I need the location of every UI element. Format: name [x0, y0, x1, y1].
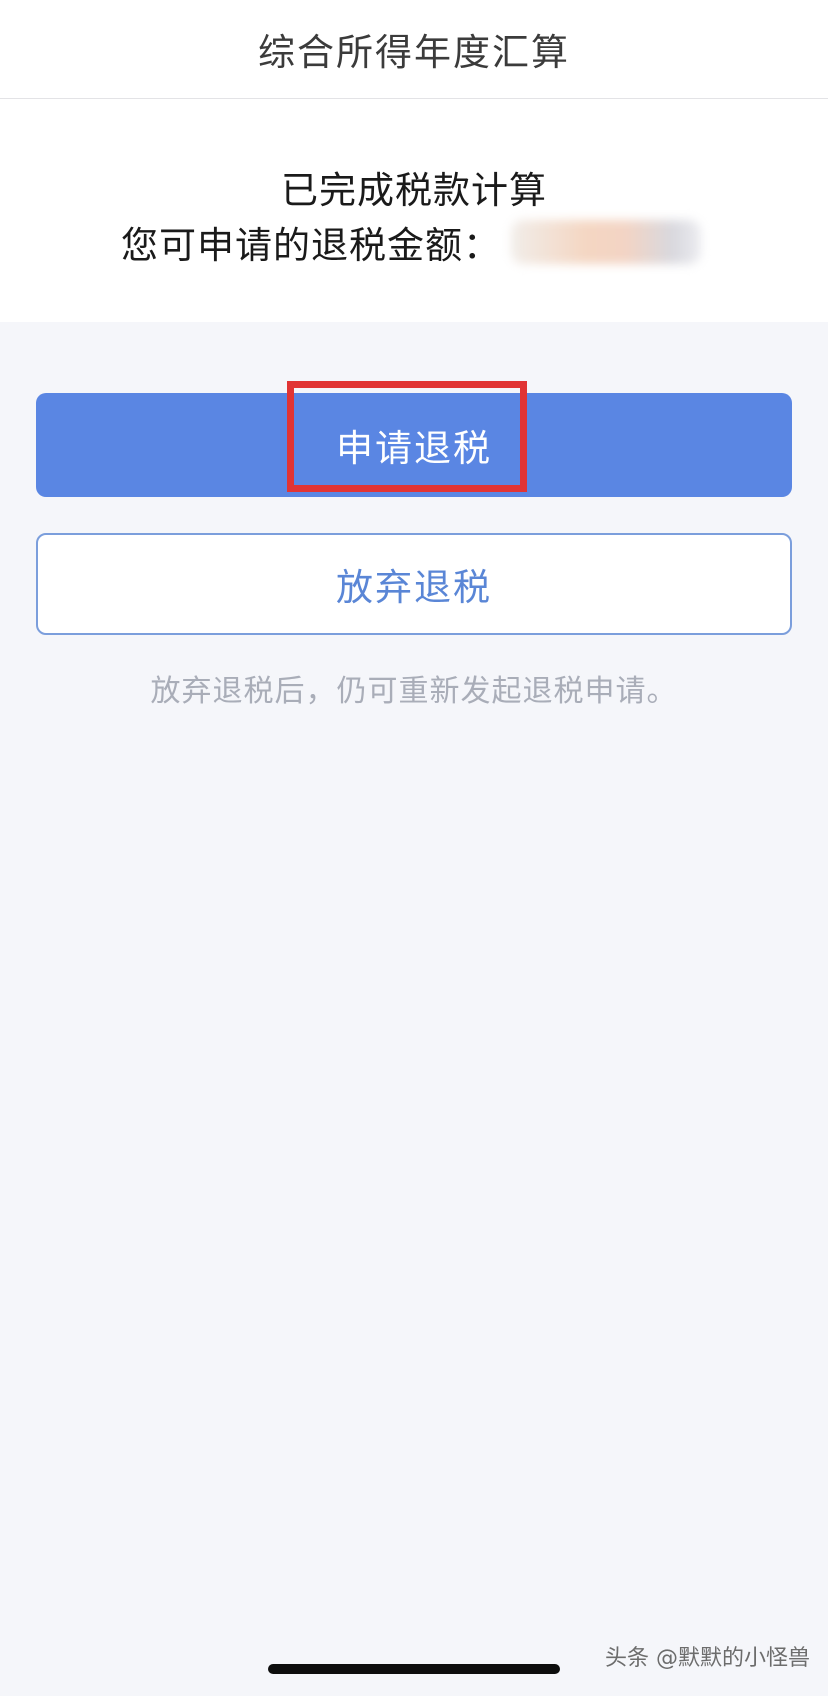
apply-refund-label: 申请退税 [336, 427, 492, 470]
refund-amount-row: 您可申请的退税金额： [121, 217, 701, 267]
give-up-hint: 放弃退税后，仍可重新发起退税申请。 [150, 674, 678, 709]
home-indicator[interactable] [268, 1664, 560, 1674]
navigation-bar: 综合所得年度汇算 [0, 0, 828, 99]
page-title: 综合所得年度汇算 [258, 31, 570, 74]
apply-refund-button[interactable]: 申请退税 [36, 393, 792, 497]
refund-amount-value-blurred [511, 220, 701, 264]
watermark: 头条 @默默的小怪兽 [605, 1646, 810, 1671]
result-title: 已完成税款计算 [281, 169, 547, 212]
calculation-result-card: 已完成税款计算 您可申请的退税金额： [0, 99, 828, 322]
refund-amount-label: 您可申请的退税金额： [121, 224, 501, 267]
give-up-refund-button[interactable]: 放弃退税 [36, 533, 792, 635]
give-up-refund-label: 放弃退税 [336, 566, 492, 609]
